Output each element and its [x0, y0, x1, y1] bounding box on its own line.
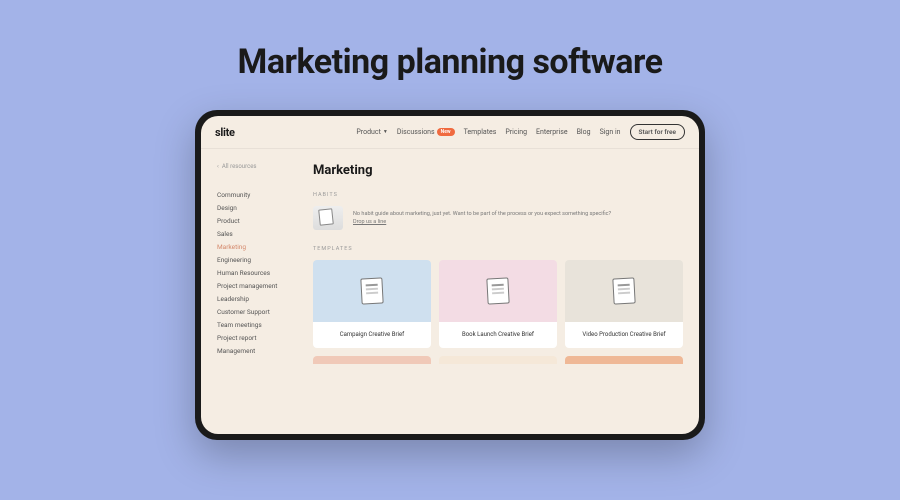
template-card-title: Book Launch Creative Brief [439, 322, 557, 348]
template-card-illustration [439, 260, 557, 322]
habits-contact-link[interactable]: Drop us a line [353, 219, 386, 225]
sidebar-item-community[interactable]: Community [217, 188, 303, 201]
sidebar-item-leadership[interactable]: Leadership [217, 292, 303, 305]
template-card-partial[interactable] [313, 356, 431, 364]
sidebar-item-design[interactable]: Design [217, 201, 303, 214]
nav-pricing[interactable]: Pricing [505, 128, 527, 136]
template-card-title: Video Production Creative Brief [565, 322, 683, 348]
template-card-partial[interactable] [439, 356, 557, 364]
sidebar-item-team-meetings[interactable]: Team meetings [217, 318, 303, 331]
template-card[interactable]: Book Launch Creative Brief [439, 260, 557, 348]
nav-discussions[interactable]: Discussions New [397, 128, 455, 136]
nav-links: Product ▼ Discussions New Templates Pric… [356, 124, 685, 140]
habits-text: No habit guide about marketing, just yet… [353, 210, 611, 227]
document-icon [486, 277, 509, 304]
start-free-button[interactable]: Start for free [630, 124, 685, 140]
app-screen: slite Product ▼ Discussions New Template… [201, 116, 699, 434]
sidebar-item-product[interactable]: Product [217, 214, 303, 227]
template-card[interactable]: Campaign Creative Brief [313, 260, 431, 348]
template-card-illustration [313, 260, 431, 322]
sidebar-item-human-resources[interactable]: Human Resources [217, 266, 303, 279]
nav-product[interactable]: Product ▼ [356, 128, 387, 136]
habits-message: No habit guide about marketing, just yet… [353, 211, 611, 217]
sidebar-item-project-report[interactable]: Project report [217, 331, 303, 344]
nav-product-label: Product [356, 128, 380, 136]
document-icon [612, 277, 635, 304]
sidebar-item-sales[interactable]: Sales [217, 227, 303, 240]
chevron-left-icon: ‹ [217, 163, 219, 170]
logo[interactable]: slite [215, 126, 235, 139]
sidebar-item-customer-support[interactable]: Customer Support [217, 305, 303, 318]
nav-discussions-label: Discussions [397, 128, 435, 136]
sidebar: ‹ All resources CommunityDesignProductSa… [201, 149, 313, 434]
tablet-frame: slite Product ▼ Discussions New Template… [195, 110, 705, 440]
template-card[interactable]: Video Production Creative Brief [565, 260, 683, 348]
templates-section-label: TEMPLATES [313, 246, 683, 252]
nav-signin[interactable]: Sign in [600, 128, 621, 136]
new-badge: New [437, 128, 455, 136]
chevron-down-icon: ▼ [383, 129, 388, 135]
page-headline: Marketing planning software [238, 42, 663, 82]
habits-row: No habit guide about marketing, just yet… [313, 206, 683, 230]
template-card-illustration [565, 260, 683, 322]
nav-enterprise[interactable]: Enterprise [536, 128, 568, 136]
body-area: ‹ All resources CommunityDesignProductSa… [201, 149, 699, 434]
sidebar-item-project-management[interactable]: Project management [217, 279, 303, 292]
sidebar-item-engineering[interactable]: Engineering [217, 253, 303, 266]
sidebar-list: CommunityDesignProductSalesMarketingEngi… [217, 188, 303, 357]
all-resources-link[interactable]: ‹ All resources [217, 163, 303, 170]
template-card-title: Campaign Creative Brief [313, 322, 431, 348]
sidebar-item-marketing[interactable]: Marketing [217, 240, 303, 253]
main-content: Marketing HABITS No habit guide about ma… [313, 149, 699, 434]
document-icon [360, 277, 383, 304]
sidebar-item-management[interactable]: Management [217, 344, 303, 357]
topbar: slite Product ▼ Discussions New Template… [201, 116, 699, 149]
habits-illustration-icon [313, 206, 343, 230]
page-title: Marketing [313, 163, 683, 178]
nav-blog[interactable]: Blog [577, 128, 591, 136]
template-card-partial[interactable] [565, 356, 683, 364]
all-resources-label: All resources [222, 163, 257, 170]
habits-section-label: HABITS [313, 192, 683, 198]
templates-grid: Campaign Creative Brief Book Launch Creat… [313, 260, 683, 348]
templates-next-row [313, 356, 683, 364]
nav-templates[interactable]: Templates [464, 128, 497, 136]
